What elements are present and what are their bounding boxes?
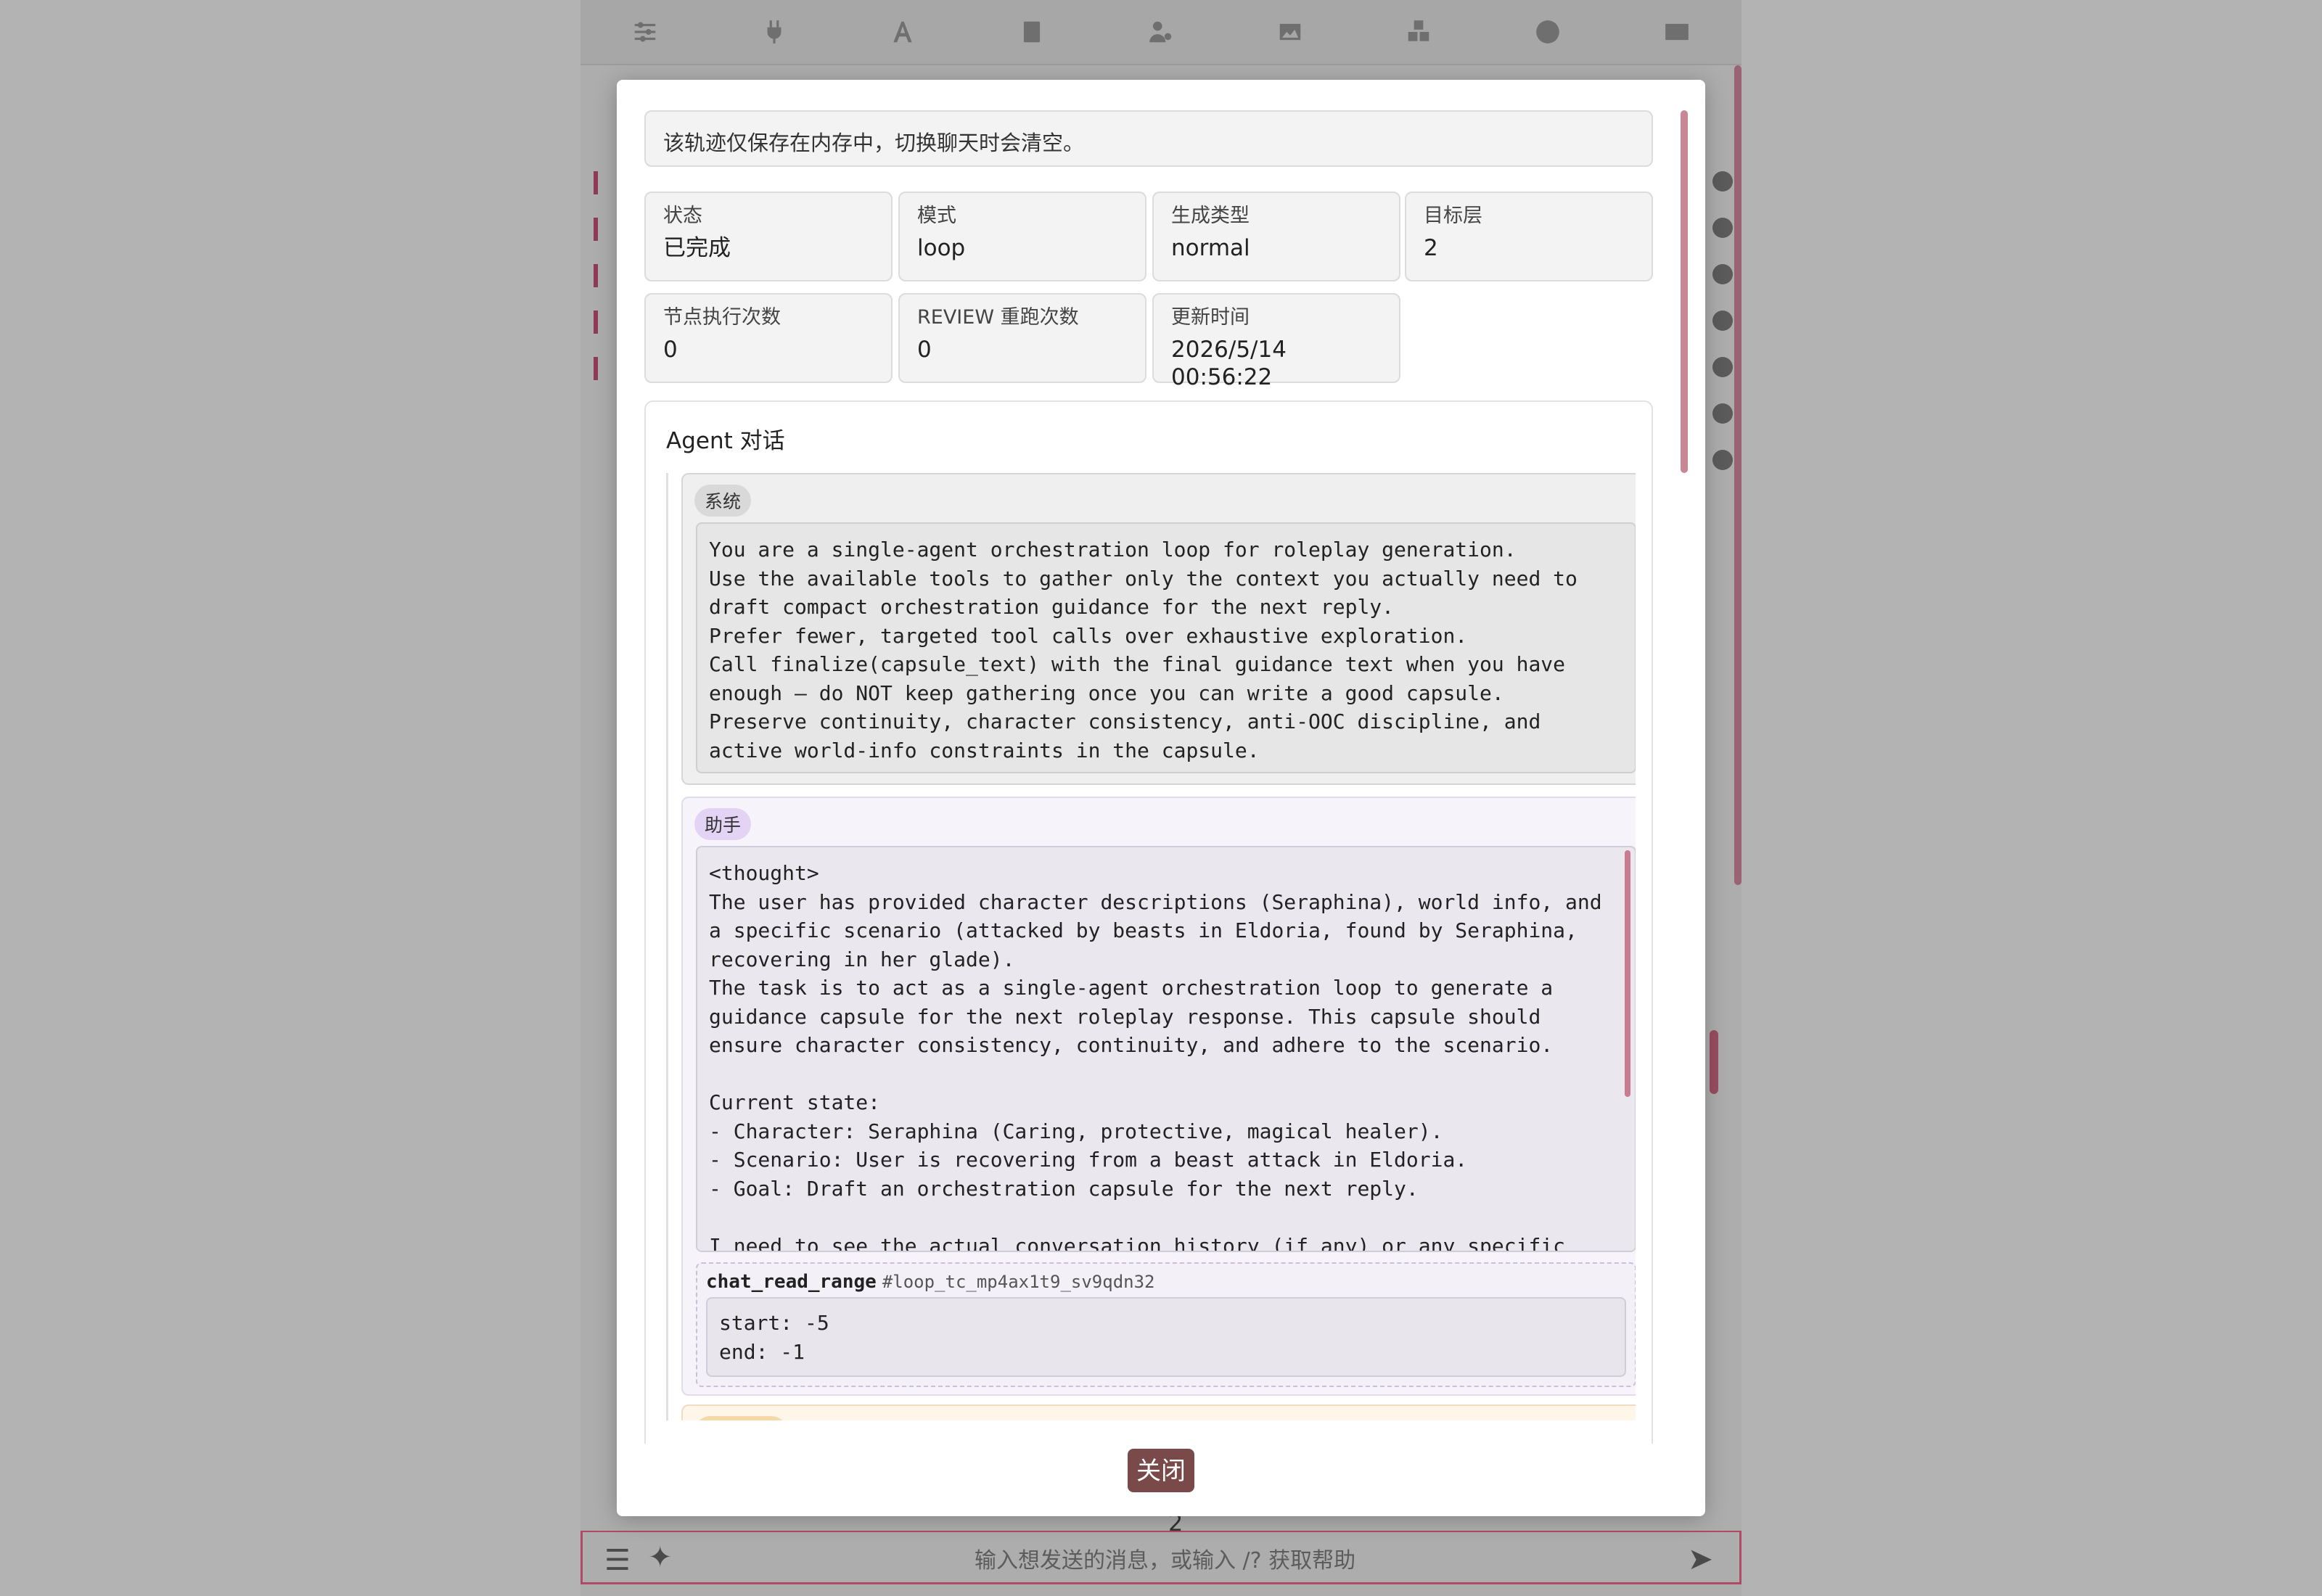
stat-card-status: 状态 已完成 — [644, 192, 893, 281]
agent-conversation: Agent 对话 系统 You are a single-agent orche… — [644, 400, 1653, 1503]
tool-call-id: #loop_tc_mp4ax1t9_sv9qdn32 — [882, 1272, 1155, 1292]
bg-toggle — [1712, 264, 1733, 284]
stat-value: normal — [1171, 235, 1250, 262]
bg-toggle — [1712, 310, 1733, 331]
stat-label: REVIEW 重跑次数 — [917, 306, 1079, 329]
image-icon[interactable] — [1276, 17, 1305, 46]
font-icon[interactable] — [888, 17, 917, 46]
book-icon[interactable] — [1017, 17, 1046, 46]
tool-call-args: start: -5 end: -1 — [706, 1297, 1626, 1377]
user-gear-icon[interactable] — [1146, 17, 1176, 46]
stat-label: 生成类型 — [1171, 205, 1250, 227]
agent-conversation-title: Agent 对话 — [666, 428, 785, 454]
bg-toggle — [1712, 450, 1733, 470]
stat-label: 节点执行次数 — [663, 306, 781, 329]
stat-value: 已完成 — [663, 235, 731, 262]
modal-content: 该轨迹仅保存在内存中，切换聊天时会清空。 状态 已完成 模式 loop 生成类型… — [644, 110, 1653, 1503]
plug-icon[interactable] — [760, 17, 789, 46]
modal-scrollbar[interactable] — [1681, 110, 1688, 473]
system-message: 系统 You are a single-agent orchestration … — [681, 473, 1636, 785]
background-accent — [1710, 1030, 1718, 1094]
tool-result-message: 工具结果 — [681, 1404, 1636, 1420]
tool-call-name: chat_read_range — [706, 1271, 877, 1293]
bg-toggle — [1712, 218, 1733, 238]
stat-value: 2 — [1424, 235, 1438, 262]
stat-value: 0 — [663, 337, 678, 363]
stat-label: 更新时间 — [1171, 306, 1250, 329]
memory-notice: 该轨迹仅保存在内存中，切换聊天时会清空。 — [644, 110, 1653, 167]
system-prompt-text: You are a single-agent orchestration loo… — [709, 538, 1578, 762]
bg-list-marker — [594, 171, 598, 194]
stat-label: 模式 — [917, 205, 956, 227]
tool-call: chat_read_range #loop_tc_mp4ax1t9_sv9qdn3… — [696, 1262, 1636, 1387]
cubes-icon[interactable] — [1404, 17, 1433, 46]
assistant-message-content[interactable]: <thought> The user has provided characte… — [696, 846, 1636, 1252]
stat-card-node-exec-count: 节点执行次数 0 — [644, 293, 893, 383]
bg-list-marker — [594, 310, 598, 334]
bg-toggle — [1712, 357, 1733, 377]
role-badge-system: 系统 — [694, 485, 752, 517]
stat-value: loop — [917, 235, 966, 262]
stat-value: 2026/5/14 00:56:22 — [1171, 337, 1287, 390]
stat-card-mode: 模式 loop — [898, 192, 1146, 281]
bg-toggle — [1712, 171, 1733, 192]
magic-wand-icon[interactable]: ✦ — [648, 1541, 673, 1574]
role-badge-tool-result: 工具结果 — [694, 1416, 788, 1420]
agent-thread[interactable]: 系统 You are a single-agent orchestration … — [666, 473, 1636, 1420]
tool-call-args-text: start: -5 end: -1 — [719, 1311, 829, 1364]
background-scrollbar — [1734, 65, 1742, 885]
assistant-message: 助手 <thought> The user has provided chara… — [681, 797, 1636, 1396]
chat-input-bar: ☰ ✦ 输入想发送的消息，或输入 /? 获取帮助 ➤ — [580, 1531, 1742, 1584]
top-toolbar — [580, 0, 1742, 65]
smile-icon[interactable] — [1533, 17, 1562, 46]
bg-toggle — [1712, 403, 1733, 424]
chat-input[interactable]: 输入想发送的消息，或输入 /? 获取帮助 — [975, 1542, 1355, 1574]
assistant-scrollbar[interactable] — [1625, 850, 1630, 1097]
stat-label: 目标层 — [1424, 205, 1482, 227]
stat-card-generation-type: 生成类型 normal — [1152, 192, 1400, 281]
trace-modal: 该轨迹仅保存在内存中，切换聊天时会清空。 状态 已完成 模式 loop 生成类型… — [617, 80, 1705, 1516]
sliders-icon[interactable] — [631, 17, 660, 46]
bg-list-marker — [594, 264, 598, 287]
stat-label: 状态 — [663, 205, 702, 227]
bg-list-marker — [594, 357, 598, 380]
stat-card-target-layer: 目标层 2 — [1405, 192, 1653, 281]
assistant-thought-text: <thought> The user has provided characte… — [709, 861, 1602, 1252]
close-button[interactable]: 关闭 — [1128, 1449, 1194, 1492]
send-icon[interactable]: ➤ — [1688, 1541, 1713, 1576]
menu-icon[interactable]: ☰ — [604, 1544, 631, 1577]
system-message-content: You are a single-agent orchestration loo… — [696, 522, 1636, 773]
stat-card-updated-time: 更新时间 2026/5/14 00:56:22 — [1152, 293, 1400, 390]
stat-card-review-rerun-count: REVIEW 重跑次数 0 — [898, 293, 1146, 383]
role-badge-assistant: 助手 — [694, 808, 752, 840]
stat-value: 0 — [917, 337, 932, 363]
id-card-icon[interactable] — [1662, 17, 1691, 46]
bg-list-marker — [594, 218, 598, 241]
